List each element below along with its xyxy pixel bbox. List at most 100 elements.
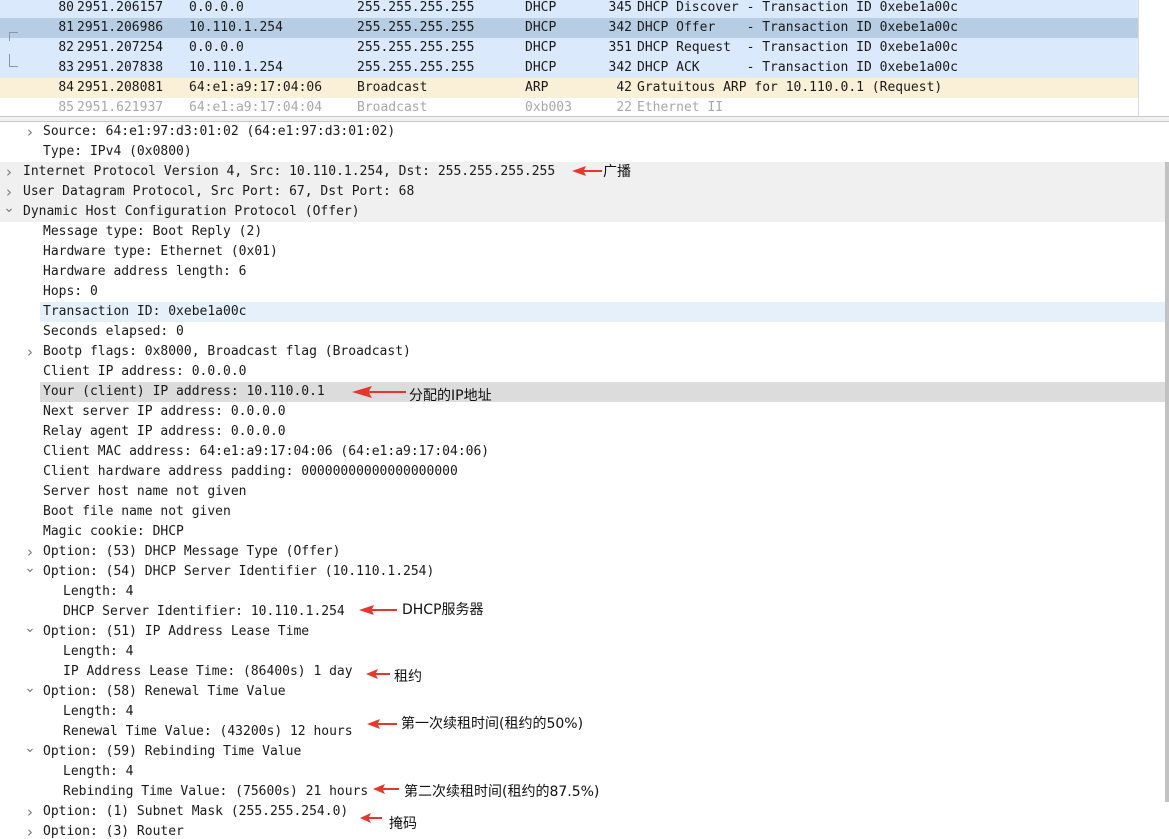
detail-row-text: Option: (1) Subnet Mask (255.255.254.0) bbox=[43, 804, 349, 819]
detail-row[interactable]: › Option: (53) DHCP Message Type (Offer) bbox=[0, 542, 1165, 562]
detail-row[interactable]: Boot file name not given bbox=[0, 502, 1165, 522]
detail-row[interactable]: DHCP Server Identifier: 10.110.1.254 bbox=[0, 602, 1165, 622]
detail-row-text: Seconds elapsed: 0 bbox=[43, 324, 184, 339]
detail-row-text: Type: IPv4 (0x0800) bbox=[43, 144, 192, 159]
packet-row-82[interactable]: 82 2951.207254 0.0.0.0 255.255.255.255 DHCP 3… bbox=[0, 38, 1138, 58]
packet-info: DHCP ACK - Transaction ID 0xebe1a00c bbox=[637, 60, 958, 75]
detail-row-text: IP Address Lease Time: (86400s) 1 day bbox=[63, 664, 353, 679]
packet-length: 22 bbox=[616, 100, 632, 115]
detail-row[interactable]: ⌄ Option: (59) Rebinding Time Value bbox=[0, 740, 1165, 762]
detail-row[interactable]: Your (client) IP address: 10.110.0.1 bbox=[0, 382, 1165, 402]
annotation-arrow-mask bbox=[360, 813, 382, 823]
detail-row[interactable]: Next server IP address: 0.0.0.0 bbox=[0, 402, 1165, 422]
detail-row[interactable]: › Option: (3) Router bbox=[0, 822, 1165, 839]
packet-row-83[interactable]: 83 2951.207838 10.110.1.254 255.255.255.255… bbox=[0, 58, 1138, 78]
packet-details-tree: › Source: 64:e1:97:d3:01:02 (64:e1:97:d3:… bbox=[0, 122, 1169, 839]
packet-source: 10.110.1.254 bbox=[189, 60, 283, 75]
annotation-second-renewal: 第二次续租时间(租约的87.5%) bbox=[404, 784, 600, 800]
detail-row[interactable]: Magic cookie: DHCP bbox=[0, 522, 1165, 542]
packet-source: 64:e1:a9:17:04:06 bbox=[189, 80, 323, 95]
detail-row[interactable]: ⌄ Option: (54) DHCP Server Identifier (10… bbox=[0, 560, 1165, 582]
packet-row-85[interactable]: 85 2951.621937 64:e1:a9:17:04:04 Broadcast 0… bbox=[0, 98, 1138, 116]
chevron-down-icon[interactable]: ⌄ bbox=[24, 678, 36, 698]
packet-number: 84 bbox=[58, 80, 74, 95]
detail-row-text: Relay agent IP address: 0.0.0.0 bbox=[43, 424, 286, 439]
packet-list-scrollbar[interactable] bbox=[1138, 0, 1169, 116]
detail-row[interactable]: Type: IPv4 (0x0800) bbox=[0, 142, 1165, 162]
chevron-right-icon[interactable]: › bbox=[24, 802, 36, 822]
detail-row[interactable]: Hardware address length: 6 bbox=[0, 262, 1165, 282]
packet-list: 80 2951.206157 0.0.0.0 255.255.255.255 DHCP 3… bbox=[0, 0, 1169, 116]
detail-row[interactable]: Length: 4 bbox=[0, 582, 1165, 602]
detail-row-text: Next server IP address: 0.0.0.0 bbox=[43, 404, 286, 419]
detail-row[interactable]: Message type: Boot Reply (2) bbox=[0, 222, 1165, 242]
packet-protocol: DHCP bbox=[525, 60, 557, 75]
detail-row-text: Length: 4 bbox=[63, 704, 134, 719]
detail-row[interactable]: › User Datagram Protocol, Src Port: 67, D… bbox=[0, 182, 1165, 202]
detail-row[interactable]: › Option: (1) Subnet Mask (255.255.254.0) bbox=[0, 802, 1165, 822]
annotation-arrow-second-renewal bbox=[373, 784, 399, 794]
detail-row[interactable]: Length: 4 bbox=[0, 642, 1165, 662]
detail-row[interactable]: ⌄ Dynamic Host Configuration Protocol (Of… bbox=[0, 200, 1165, 222]
annotation-mask: 掩码 bbox=[389, 816, 417, 832]
packet-length: 342 bbox=[608, 60, 632, 75]
detail-row-text: Dynamic Host Configuration Protocol (Off… bbox=[23, 204, 360, 219]
detail-row-text: Length: 4 bbox=[63, 644, 134, 659]
detail-row-text: Length: 4 bbox=[63, 764, 134, 779]
packet-details-scrollbar[interactable] bbox=[1165, 122, 1169, 839]
packet-time: 2951.208081 bbox=[77, 80, 164, 95]
detail-row[interactable]: Hardware type: Ethernet (0x01) bbox=[0, 242, 1165, 262]
packet-row-81[interactable]: 81 2951.206986 10.110.1.254 255.255.255.255… bbox=[0, 18, 1138, 38]
chevron-down-icon[interactable]: ⌄ bbox=[3, 198, 15, 218]
packet-row-80[interactable]: 80 2951.206157 0.0.0.0 255.255.255.255 DHCP 3… bbox=[0, 0, 1138, 18]
detail-row-text: Hardware address length: 6 bbox=[43, 264, 247, 279]
detail-row[interactable]: ⌄ Option: (58) Renewal Time Value bbox=[0, 680, 1165, 702]
packet-details-scrollbar-thumb[interactable] bbox=[1165, 162, 1169, 802]
detail-row-text: Client IP address: 0.0.0.0 bbox=[43, 364, 247, 379]
detail-row[interactable]: Transaction ID: 0xebe1a00c bbox=[0, 302, 1165, 322]
related-packet-bracket bbox=[9, 54, 18, 67]
packet-list-scrollbar-thumb[interactable] bbox=[1139, 0, 1169, 116]
annotation-broadcast: 广播 bbox=[603, 164, 631, 180]
packet-protocol: 0xb003 bbox=[525, 100, 572, 115]
annotation-arrow-first-renewal bbox=[367, 719, 397, 729]
detail-row[interactable]: › Source: 64:e1:97:d3:01:02 (64:e1:97:d3:… bbox=[0, 122, 1165, 142]
chevron-right-icon[interactable]: › bbox=[24, 342, 36, 362]
detail-row-text: Rebinding Time Value: (75600s) 21 hours bbox=[63, 784, 369, 799]
packet-source: 0.0.0.0 bbox=[189, 40, 244, 55]
chevron-down-icon[interactable]: ⌄ bbox=[24, 618, 36, 638]
detail-row[interactable]: IP Address Lease Time: (86400s) 1 day bbox=[0, 662, 1165, 682]
chevron-right-icon[interactable]: › bbox=[24, 122, 36, 142]
chevron-right-icon[interactable]: › bbox=[24, 822, 36, 839]
detail-row[interactable]: › Bootp flags: 0x8000, Broadcast flag (Br… bbox=[0, 342, 1165, 362]
packet-number: 80 bbox=[58, 0, 74, 15]
packet-time: 2951.206157 bbox=[77, 0, 164, 15]
detail-row-text: Option: (58) Renewal Time Value bbox=[43, 684, 286, 699]
packet-destination: Broadcast bbox=[357, 100, 428, 115]
packet-destination: Broadcast bbox=[357, 80, 428, 95]
detail-row[interactable]: Hops: 0 bbox=[0, 282, 1165, 302]
packet-row-84[interactable]: 84 2951.208081 64:e1:a9:17:04:06 Broadcast A… bbox=[0, 78, 1138, 98]
annotation-assigned-ip: 分配的IP地址 bbox=[409, 388, 492, 404]
detail-row[interactable]: Seconds elapsed: 0 bbox=[0, 322, 1165, 342]
packet-info: Ethernet II bbox=[637, 100, 724, 115]
detail-row[interactable]: Relay agent IP address: 0.0.0.0 bbox=[0, 422, 1165, 442]
detail-row[interactable]: Length: 4 bbox=[0, 762, 1165, 782]
packet-time: 2951.621937 bbox=[77, 100, 164, 115]
detail-row[interactable]: Server host name not given bbox=[0, 482, 1165, 502]
annotation-arrow-lease bbox=[366, 669, 390, 679]
related-packet-bracket bbox=[9, 32, 18, 41]
chevron-right-icon[interactable]: › bbox=[3, 162, 15, 182]
detail-row-text: Your (client) IP address: 10.110.0.1 bbox=[43, 384, 325, 399]
detail-row-text: Boot file name not given bbox=[43, 504, 231, 519]
detail-row[interactable]: Client IP address: 0.0.0.0 bbox=[0, 362, 1165, 382]
packet-protocol: DHCP bbox=[525, 40, 557, 55]
chevron-down-icon[interactable]: ⌄ bbox=[24, 558, 36, 578]
detail-row[interactable]: Client hardware address padding: 0000000… bbox=[0, 462, 1165, 482]
detail-row[interactable]: Client MAC address: 64:e1:a9:17:04:06 (6… bbox=[0, 442, 1165, 462]
annotation-arrow-dhcp-server bbox=[359, 605, 397, 615]
chevron-down-icon[interactable]: ⌄ bbox=[24, 738, 36, 758]
packet-source: 0.0.0.0 bbox=[189, 0, 244, 15]
detail-row[interactable]: ⌄ Option: (51) IP Address Lease Time bbox=[0, 620, 1165, 642]
detail-row-text: Option: (3) Router bbox=[43, 824, 184, 839]
